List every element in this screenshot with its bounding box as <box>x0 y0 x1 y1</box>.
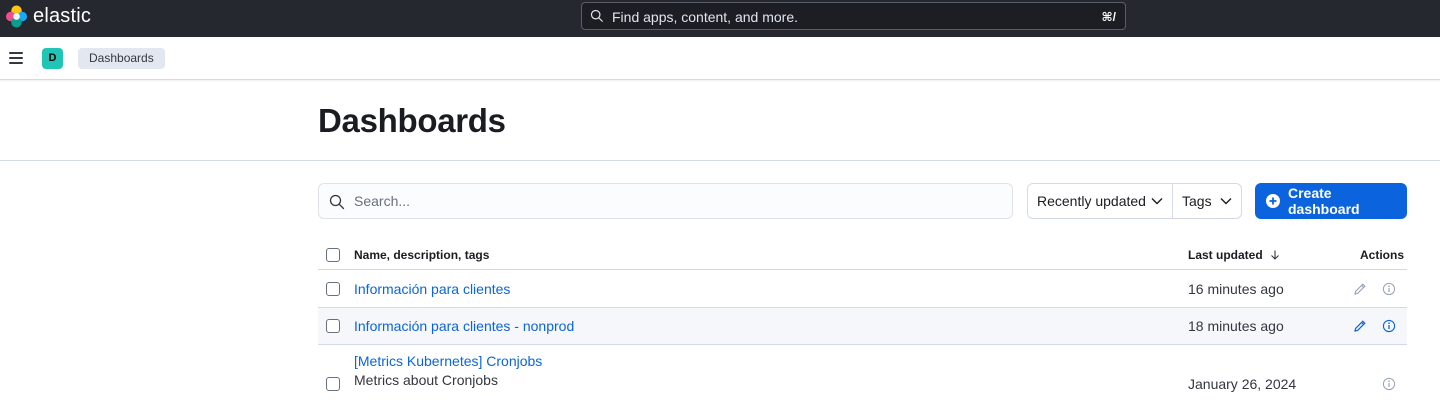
table-header: Name, description, tags Last updated Act… <box>318 240 1407 270</box>
dashboard-link[interactable]: Información para clientes <box>354 281 510 297</box>
global-search-placeholder: Find apps, content, and more. <box>612 9 798 25</box>
tags-label: Tags <box>1182 193 1212 209</box>
menu-icon[interactable] <box>9 52 23 64</box>
search-icon <box>329 194 345 210</box>
dashboard-search[interactable] <box>318 183 1013 219</box>
top-header: elastic Find apps, content, and more. ⌘/ <box>0 0 1440 37</box>
header-divider <box>0 160 1440 161</box>
row-checkbox[interactable] <box>326 319 340 333</box>
sort-label: Recently updated <box>1037 193 1146 209</box>
sort-down-icon <box>1271 250 1279 260</box>
row-checkbox[interactable] <box>326 282 340 296</box>
breadcrumb-dashboards: Dashboards <box>78 48 165 69</box>
page-title: Dashboards <box>318 102 506 139</box>
select-all-checkbox[interactable] <box>326 248 340 262</box>
table-row: Información para clientes - nonprod 18 m… <box>318 308 1407 345</box>
info-icon[interactable] <box>1382 319 1396 333</box>
search-icon <box>590 9 603 22</box>
brand-name: elastic <box>33 5 92 27</box>
column-header-updated-label: Last updated <box>1188 248 1263 262</box>
last-updated: 16 minutes ago <box>1188 281 1284 297</box>
dashboard-description: Metrics about Cronjobs <box>354 372 498 388</box>
sort-dropdown[interactable]: Recently updated <box>1028 184 1173 218</box>
table-row: Información para clientes 16 minutes ago <box>318 271 1407 308</box>
chevron-down-icon <box>1151 198 1163 205</box>
search-input[interactable] <box>354 184 994 218</box>
filter-group: Recently updated Tags <box>1027 183 1242 219</box>
keyboard-shortcut-hint: ⌘/ <box>1101 10 1116 24</box>
column-header-name[interactable]: Name, description, tags <box>354 248 489 262</box>
pencil-icon[interactable] <box>1353 282 1367 296</box>
column-header-updated[interactable]: Last updated <box>1188 248 1280 262</box>
global-search-input[interactable]: Find apps, content, and more. ⌘/ <box>581 2 1126 30</box>
create-dashboard-label: Create dashboard <box>1288 185 1360 217</box>
dashboard-link[interactable]: Información para clientes - nonprod <box>354 318 574 334</box>
dashboard-link[interactable]: [Metrics Kubernetes] Cronjobs <box>354 353 542 369</box>
space-avatar[interactable]: D <box>42 48 63 69</box>
create-dashboard-button[interactable]: Create dashboard <box>1255 183 1407 219</box>
info-icon[interactable] <box>1382 282 1396 296</box>
last-updated: 18 minutes ago <box>1188 318 1284 334</box>
elastic-logo-icon <box>5 5 28 28</box>
info-icon[interactable] <box>1382 377 1396 391</box>
row-checkbox[interactable] <box>326 377 340 391</box>
tags-dropdown[interactable]: Tags <box>1173 184 1241 218</box>
elastic-logo[interactable]: elastic <box>5 5 91 28</box>
breadcrumb-bar: D Dashboards <box>0 37 1440 80</box>
table-row: [Metrics Kubernetes] Cronjobs Metrics ab… <box>318 345 1407 405</box>
last-updated: January 26, 2024 <box>1188 376 1297 392</box>
column-header-actions: Actions <box>1360 248 1405 262</box>
chevron-down-icon <box>1220 198 1232 205</box>
pencil-icon[interactable] <box>1353 319 1367 333</box>
plus-circle-icon <box>1266 194 1280 208</box>
